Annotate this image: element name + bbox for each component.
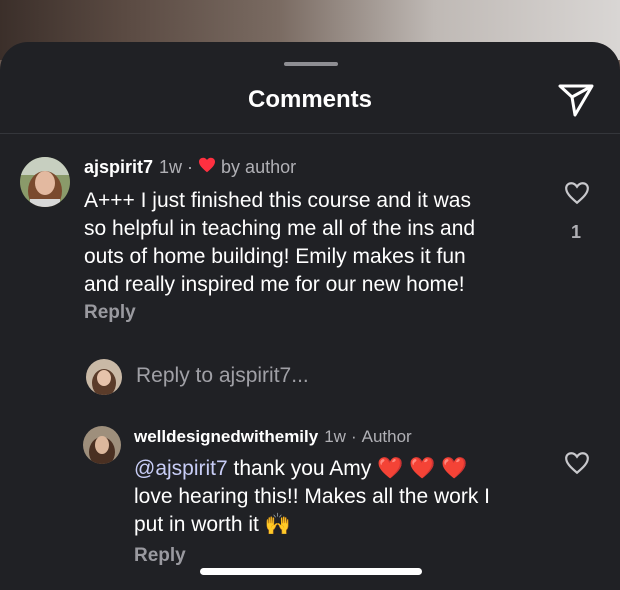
author-reply-reply-button[interactable]: Reply [134,545,186,567]
send-icon[interactable] [557,80,595,118]
comment-time: 1w [159,157,183,177]
author-reply-line-text: thank you Amy [227,457,372,480]
comment-meta: ajspirit7 1w · by author [84,157,296,178]
comment-line: A+++ I just finished this course and it … [84,189,471,212]
comment-like-count[interactable]: 1 [571,222,581,243]
author-reply-line-text: put in worth it [134,513,259,536]
raising-hands-emoji: 🙌 [264,513,291,536]
meta-separator: · [350,427,357,446]
meta-separator: · [187,157,194,177]
author-reply-meta: welldesignedwithemily 1w · Author [134,427,412,447]
author-avatar[interactable] [83,426,121,464]
comment-username[interactable]: ajspirit7 [84,157,153,178]
comment-line: outs of home building! Emily makes it fu… [84,245,466,268]
heart-filled-icon [198,157,216,178]
comment-line: and really inspired me for our new home! [84,273,465,296]
comment-reply-button[interactable]: Reply [84,302,136,324]
comment-like-button[interactable] [564,181,590,210]
sheet-title: Comments [247,86,373,113]
author-badge: Author [361,427,412,446]
home-indicator [200,568,422,575]
author-reply-line: @ajspirit7 thank you Amy ❤️ ❤️ ❤️ [134,455,490,483]
my-avatar [86,359,122,395]
reply-input[interactable]: Reply to ajspirit7... [136,364,309,388]
author-reply-time: 1w [324,427,346,446]
author-username[interactable]: welldesignedwithemily [134,427,318,447]
author-reply-like-button[interactable] [564,451,590,480]
commenter-avatar[interactable] [20,157,70,207]
mention-link[interactable]: @ajspirit7 [134,457,228,480]
liked-by-author-label: by author [221,157,297,177]
heart-outline-icon [565,182,589,205]
comment-text: A+++ I just finished this course and it … [84,187,475,299]
header-divider [0,133,620,134]
author-reply-line: love hearing this!! Makes all the work I [134,485,490,508]
author-reply-line: put in worth it 🙌 [134,511,490,539]
author-reply-text: @ajspirit7 thank you Amy ❤️ ❤️ ❤️ love h… [134,455,490,539]
sheet-grabber[interactable] [284,62,338,66]
heart-outline-icon [565,452,589,475]
heart-emoji: ❤️ ❤️ ❤️ [377,457,468,480]
comment-line: so helpful in teaching me all of the ins… [84,217,476,240]
